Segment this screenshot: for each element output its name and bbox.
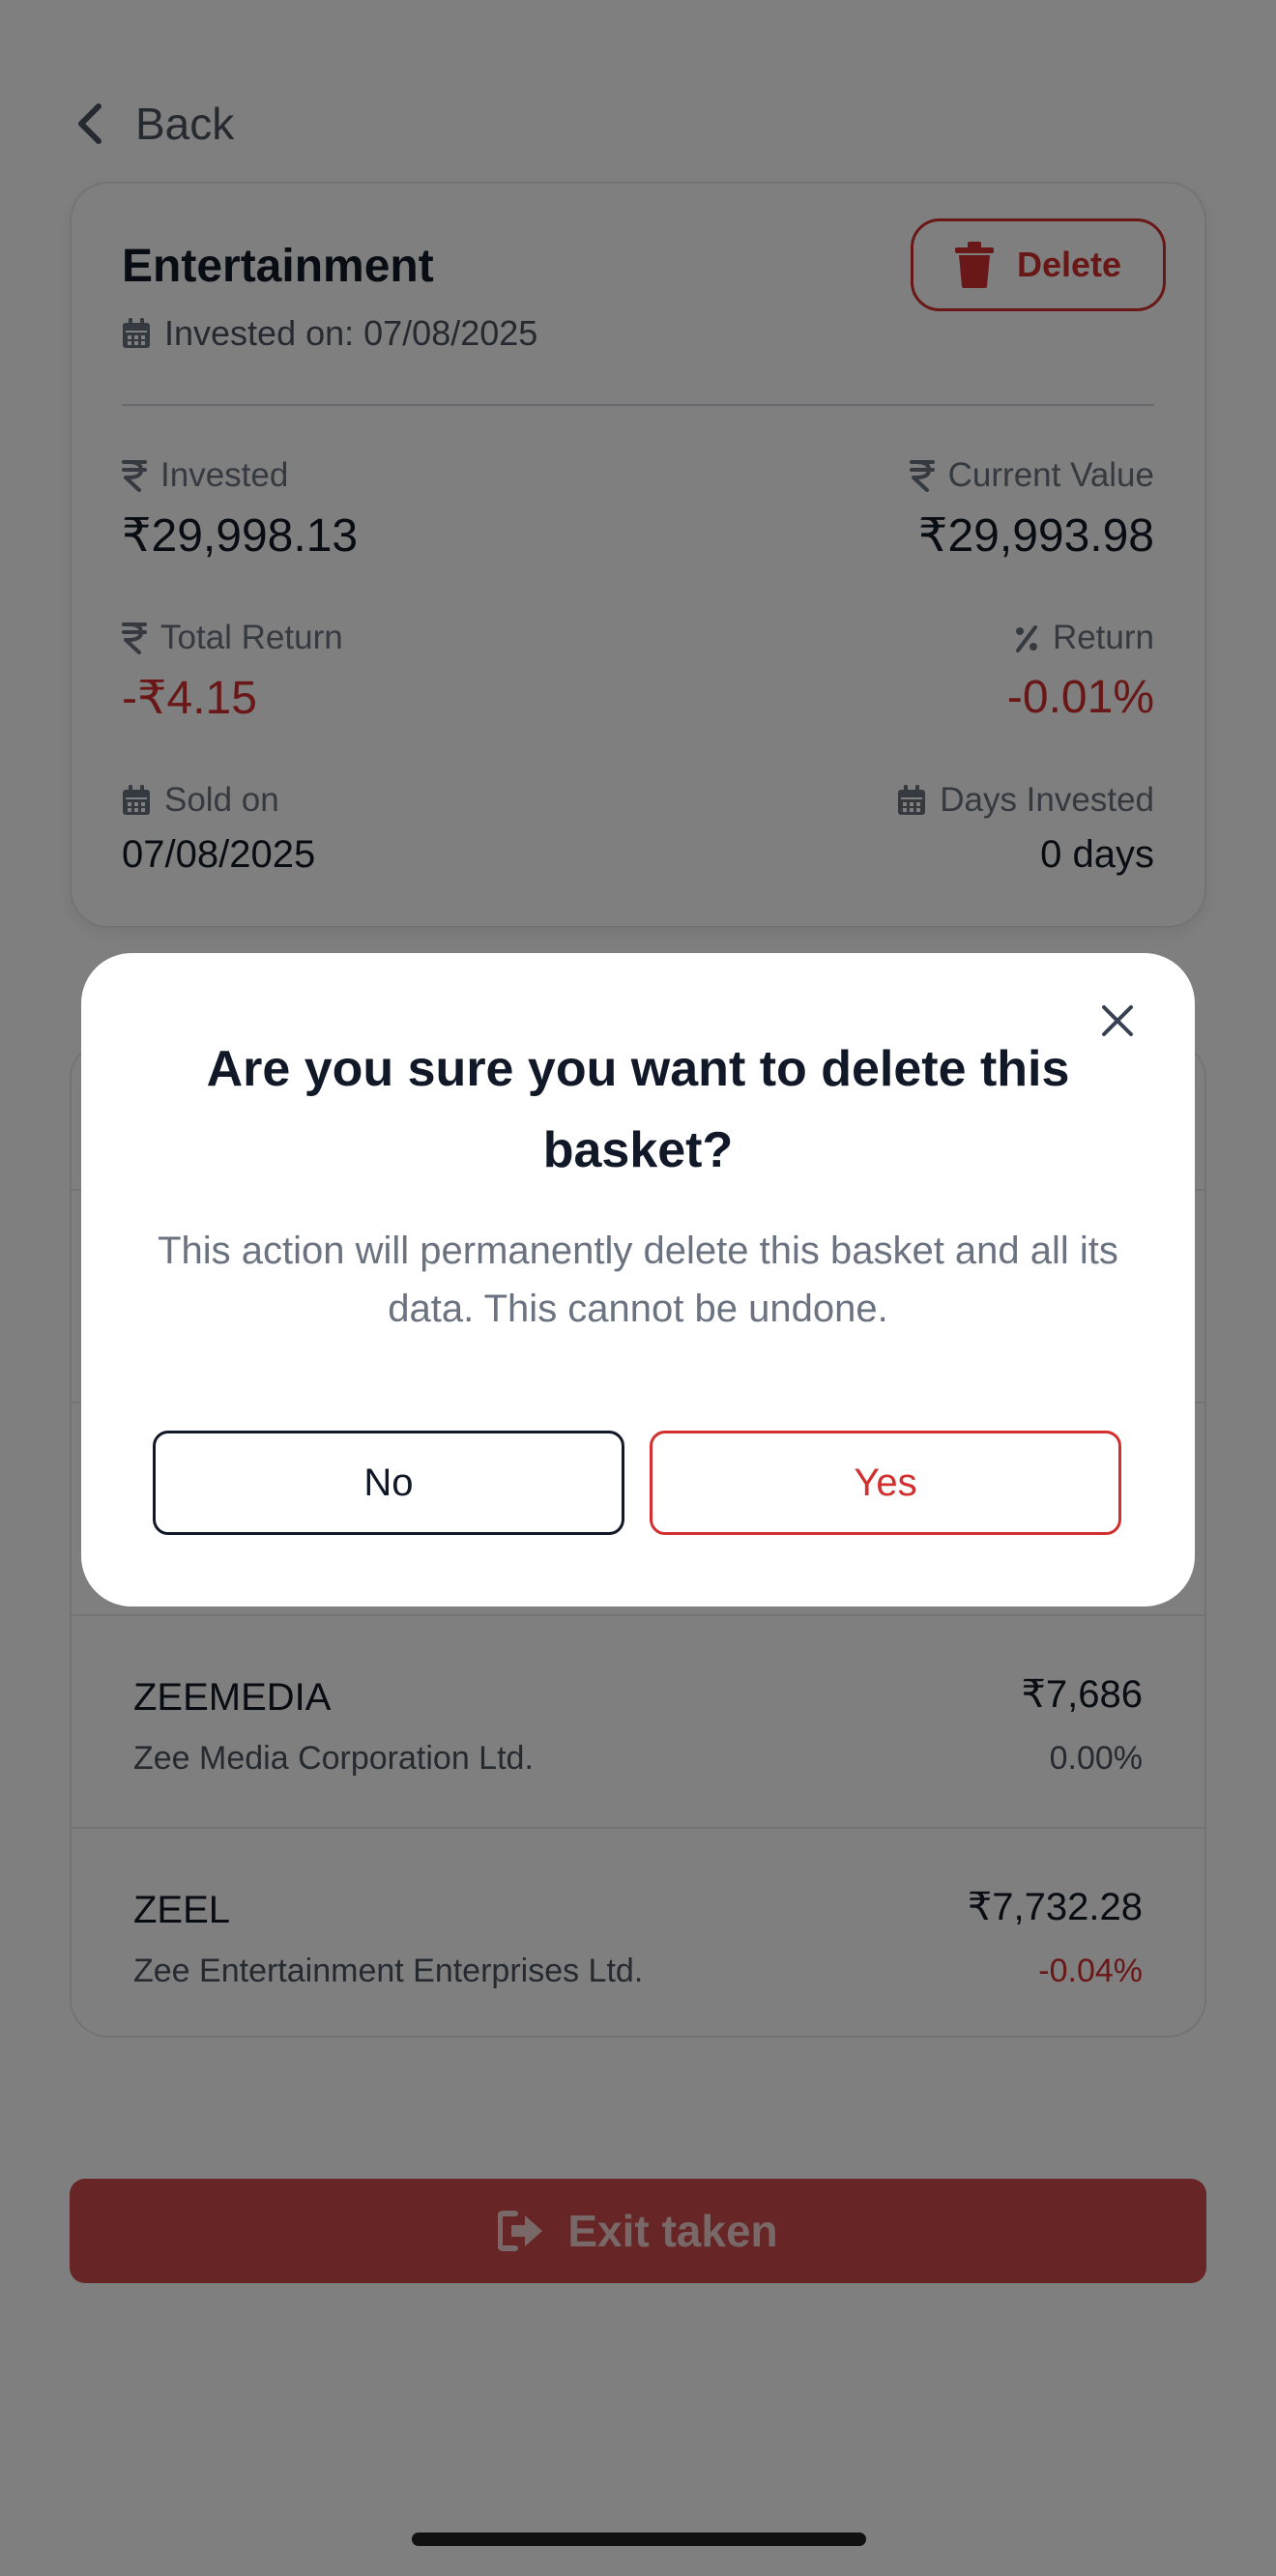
home-indicator[interactable] — [412, 2533, 866, 2546]
delete-confirmation-modal: Are you sure you want to delete this bas… — [81, 953, 1195, 1606]
close-icon — [1102, 1005, 1133, 1036]
no-button[interactable]: No — [153, 1431, 624, 1535]
yes-button[interactable]: Yes — [650, 1431, 1121, 1535]
modal-title: Are you sure you want to delete this bas… — [206, 1041, 1070, 1178]
modal-description: This action will permanently delete this… — [158, 1230, 1118, 1330]
